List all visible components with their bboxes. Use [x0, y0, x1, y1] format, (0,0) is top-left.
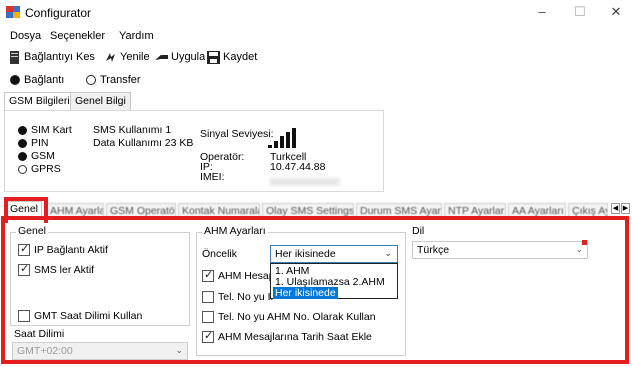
minimize-button[interactable]: –	[528, 3, 556, 21]
maximize-button[interactable]: ☐	[566, 3, 594, 21]
tab-highlight-frame	[4, 197, 48, 223]
menu-options[interactable]: Seçenekler	[50, 30, 105, 42]
apply-label: Uygula	[171, 51, 206, 63]
data-usage: Data Kullanımı 23 KB	[93, 137, 194, 149]
status-dot-icon	[18, 138, 27, 148]
tab-scroll: ◀ ▶	[611, 203, 630, 214]
status-dot-icon	[18, 125, 27, 135]
sim-status: SIM Kart	[18, 124, 72, 136]
menu-bar: Dosya Seçenekler Yardım	[0, 26, 632, 46]
connection-label: Bağlantı	[24, 74, 65, 86]
title-bar: Configurator – ☐ ✕	[0, 0, 632, 26]
status-dot-empty-icon	[18, 164, 27, 174]
disconnect-label: Bağlantıyı Kes	[24, 51, 95, 63]
ip-value: 10.47.44.88	[270, 161, 326, 173]
save-button[interactable]: Kaydet	[207, 49, 257, 65]
gprs-status: GPRS	[18, 163, 61, 175]
tab-gsm-info[interactable]: GSM Bilgileri	[4, 92, 75, 111]
sim-label: SIM Kart	[31, 124, 72, 136]
refresh-icon	[106, 52, 115, 62]
signal-bars-icon	[268, 128, 298, 148]
tab-scroll-left-icon[interactable]: ◀	[611, 203, 620, 214]
tab-general-info[interactable]: Genel Bilgi	[70, 92, 131, 110]
sms-usage: SMS Kullanımı 1	[93, 124, 172, 136]
gsm-label: GSM	[31, 150, 55, 162]
mode-selector: Bağlantı Transfer	[0, 72, 632, 90]
radio-selected-icon	[10, 75, 20, 85]
connection-radio[interactable]: Bağlantı	[10, 74, 64, 86]
imei-value-redacted	[270, 178, 340, 186]
pin-status: PIN	[18, 137, 49, 149]
save-label: Kaydet	[223, 51, 258, 63]
radio-empty-icon	[86, 75, 96, 85]
menu-file[interactable]: Dosya	[10, 30, 41, 42]
highlight-frame	[1, 216, 629, 364]
app-icon	[6, 6, 20, 18]
status-dot-icon	[18, 151, 27, 161]
refresh-button[interactable]: Yenile	[104, 49, 150, 65]
window-title: Configurator	[25, 6, 92, 20]
close-button[interactable]: ✕	[602, 3, 630, 21]
menu-help[interactable]: Yardım	[119, 30, 154, 42]
pin-label: PIN	[31, 137, 49, 149]
disconnect-button[interactable]: Bağlantıyı Kes	[8, 49, 95, 65]
tab-scroll-right-icon[interactable]: ▶	[621, 203, 630, 214]
save-icon	[207, 50, 220, 64]
gsm-status: GSM	[18, 150, 55, 162]
refresh-label: Yenile	[120, 51, 150, 63]
transfer-radio[interactable]: Transfer	[86, 74, 141, 86]
server-icon	[10, 50, 19, 64]
imei-label: IMEI:	[200, 171, 225, 183]
gprs-label: GPRS	[31, 163, 61, 175]
transfer-label: Transfer	[100, 74, 141, 86]
toolbar: Bağlantıyı Kes Yenile Uygula Kaydet	[0, 46, 632, 68]
signal-label: Sinyal Seviyesi:	[200, 128, 274, 140]
apply-button[interactable]: Uygula	[155, 49, 205, 65]
apply-icon	[155, 54, 168, 60]
